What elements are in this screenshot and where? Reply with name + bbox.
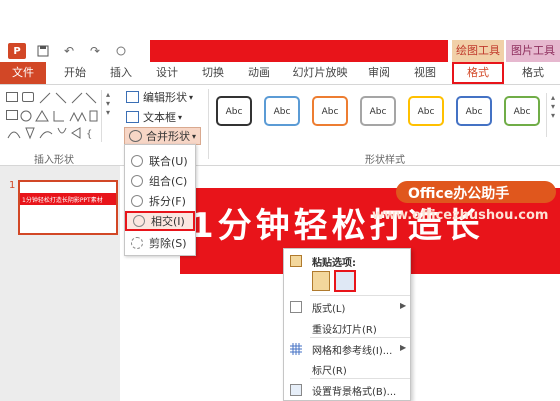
menu-separator bbox=[310, 378, 410, 379]
tab-view[interactable]: 视图 bbox=[408, 62, 442, 84]
thumbnail-title: 1分钟轻松打造长阴影PPT素材 bbox=[22, 197, 103, 204]
tab-format-drawing[interactable]: 格式 bbox=[452, 62, 504, 84]
style-swatch-green[interactable]: Abc bbox=[504, 96, 540, 126]
subtract-icon bbox=[131, 237, 143, 249]
edit-shape-label: 编辑形状 bbox=[143, 91, 187, 104]
tab-home[interactable]: 开始 bbox=[58, 62, 92, 84]
merge-intersect-label: 相交(I) bbox=[151, 215, 185, 228]
menu-separator bbox=[310, 337, 410, 338]
text-box-icon bbox=[126, 111, 139, 123]
touch-mode-glyph bbox=[116, 46, 126, 56]
menu-separator bbox=[310, 295, 410, 296]
textbox-shape-icon[interactable] bbox=[22, 92, 34, 102]
chevron-down-icon: ▾ bbox=[192, 131, 197, 141]
powerpoint-logo-icon: P bbox=[8, 43, 26, 59]
title-banner bbox=[150, 40, 448, 62]
chevron-down-icon: ▾ bbox=[178, 112, 183, 122]
merge-intersect-item[interactable]: 相交(I) bbox=[125, 211, 195, 231]
tab-transitions[interactable]: 切换 bbox=[196, 62, 230, 84]
redo-icon[interactable]: ↷ bbox=[86, 43, 104, 59]
layout-icon bbox=[290, 301, 302, 313]
merge-shapes-button[interactable]: 合并形状 ▾ bbox=[124, 127, 202, 145]
style-gallery-scroll[interactable]: ▴ ▾ ▾ bbox=[546, 93, 559, 137]
slide-number: 1 bbox=[9, 180, 16, 191]
ribbon-tab-bar: 文件 开始 插入 设计 切换 动画 幻灯片放映 审阅 视图 格式 格式 bbox=[0, 62, 560, 85]
merge-combine-label: 组合(C) bbox=[149, 175, 188, 188]
style-swatch-gray[interactable]: Abc bbox=[360, 96, 396, 126]
slide-thumbnail[interactable] bbox=[18, 180, 118, 235]
submenu-arrow-icon: ▶ bbox=[400, 301, 407, 310]
combine-icon bbox=[131, 175, 143, 187]
picture-tools-context-tab: 图片工具 bbox=[506, 40, 560, 62]
edit-shape-icon bbox=[126, 91, 139, 103]
background-format-icon bbox=[290, 384, 302, 396]
reset-slide-menu-item[interactable]: 重设幻灯片(R) bbox=[312, 321, 377, 336]
merge-combine-item[interactable]: 组合(C) bbox=[125, 171, 195, 191]
tab-format-picture[interactable]: 格式 bbox=[508, 62, 558, 84]
shape-styles-group-label: 形状样式 bbox=[365, 155, 405, 166]
grid-guides-menu-item[interactable]: 网格和参考线(I)... bbox=[312, 342, 392, 357]
tab-file[interactable]: 文件 bbox=[0, 62, 46, 84]
merge-shapes-menu: 联合(U) 组合(C) 拆分(F) 相交(I) 剪除(S) bbox=[124, 144, 196, 256]
tab-insert[interactable]: 插入 bbox=[104, 62, 138, 84]
insert-shapes-group-label: 插入形状 bbox=[34, 155, 74, 166]
merge-subtract-label: 剪除(S) bbox=[149, 237, 187, 250]
touch-mode-icon[interactable] bbox=[112, 43, 130, 59]
style-swatch-gold[interactable]: Abc bbox=[408, 96, 444, 126]
style-swatch-indigo[interactable]: Abc bbox=[456, 96, 492, 126]
paste-icon bbox=[290, 255, 302, 267]
paste-as-picture-icon[interactable] bbox=[334, 270, 356, 292]
line-shapes-icon[interactable] bbox=[38, 91, 98, 105]
ribbon-divider bbox=[208, 89, 209, 159]
text-box-label: 文本框 bbox=[143, 111, 176, 124]
style-swatch-blue[interactable]: Abc bbox=[264, 96, 300, 126]
fragment-icon bbox=[131, 195, 143, 207]
merge-fragment-item[interactable]: 拆分(F) bbox=[125, 191, 195, 211]
shape-gallery-scroll[interactable]: ▴ ▾ ▾ bbox=[101, 90, 114, 142]
merge-shapes-label: 合并形状 bbox=[146, 130, 190, 143]
union-icon bbox=[131, 155, 143, 167]
paste-options-label: 粘贴选项: bbox=[312, 258, 356, 269]
save-icon-glyph bbox=[37, 45, 49, 57]
edit-shape-button[interactable]: 编辑形状 ▾ bbox=[126, 88, 193, 106]
submenu-arrow-icon: ▶ bbox=[400, 343, 407, 352]
grid-icon bbox=[290, 343, 302, 355]
quick-access-toolbar: P ↶ ↷ bbox=[0, 40, 150, 62]
watermark-title: Office办公助手 bbox=[408, 186, 510, 202]
layout-menu-item[interactable]: 版式(L) bbox=[312, 300, 345, 315]
chevron-down-icon: ▾ bbox=[189, 92, 194, 102]
square-shape-icon[interactable] bbox=[6, 110, 18, 120]
style-swatch-dark[interactable]: Abc bbox=[216, 96, 252, 126]
save-icon[interactable] bbox=[34, 43, 52, 59]
intersect-icon bbox=[133, 215, 145, 227]
background-format-menu-item[interactable]: 设置背景格式(B)... bbox=[312, 383, 396, 398]
rectangle-shape-icon[interactable] bbox=[6, 92, 18, 102]
basic-shapes-icon[interactable] bbox=[20, 109, 98, 123]
merge-shapes-icon bbox=[129, 130, 142, 142]
ribbon: { ▴ ▾ ▾ 插入形状 编辑形状 ▾ 文本框 ▾ 合并形状 ▾ Abc Abc A… bbox=[0, 85, 560, 166]
svg-text:{: { bbox=[86, 129, 92, 140]
ruler-menu-item[interactable]: 标尺(R) bbox=[312, 362, 347, 377]
tab-review[interactable]: 审阅 bbox=[362, 62, 396, 84]
watermark-url: www.officezhushou.com bbox=[372, 208, 549, 223]
drawing-tools-context-tab: 绘图工具 bbox=[452, 40, 504, 62]
tab-design[interactable]: 设计 bbox=[150, 62, 184, 84]
context-menu: 粘贴选项: 版式(L) ▶ 重设幻灯片(R) 网格和参考线(I)... ▶ 标尺… bbox=[283, 248, 411, 401]
undo-icon[interactable]: ↶ bbox=[60, 43, 78, 59]
merge-fragment-label: 拆分(F) bbox=[149, 195, 186, 208]
tab-animations[interactable]: 动画 bbox=[242, 62, 276, 84]
tab-slideshow[interactable]: 幻灯片放映 bbox=[288, 62, 352, 84]
curve-shapes-icon[interactable]: { bbox=[6, 126, 100, 140]
paste-use-destination-theme-icon[interactable] bbox=[312, 271, 330, 291]
style-swatch-orange[interactable]: Abc bbox=[312, 96, 348, 126]
text-box-button[interactable]: 文本框 ▾ bbox=[126, 108, 182, 126]
merge-union-label: 联合(U) bbox=[149, 155, 188, 168]
merge-subtract-item[interactable]: 剪除(S) bbox=[125, 233, 195, 253]
merge-union-item[interactable]: 联合(U) bbox=[125, 151, 195, 171]
